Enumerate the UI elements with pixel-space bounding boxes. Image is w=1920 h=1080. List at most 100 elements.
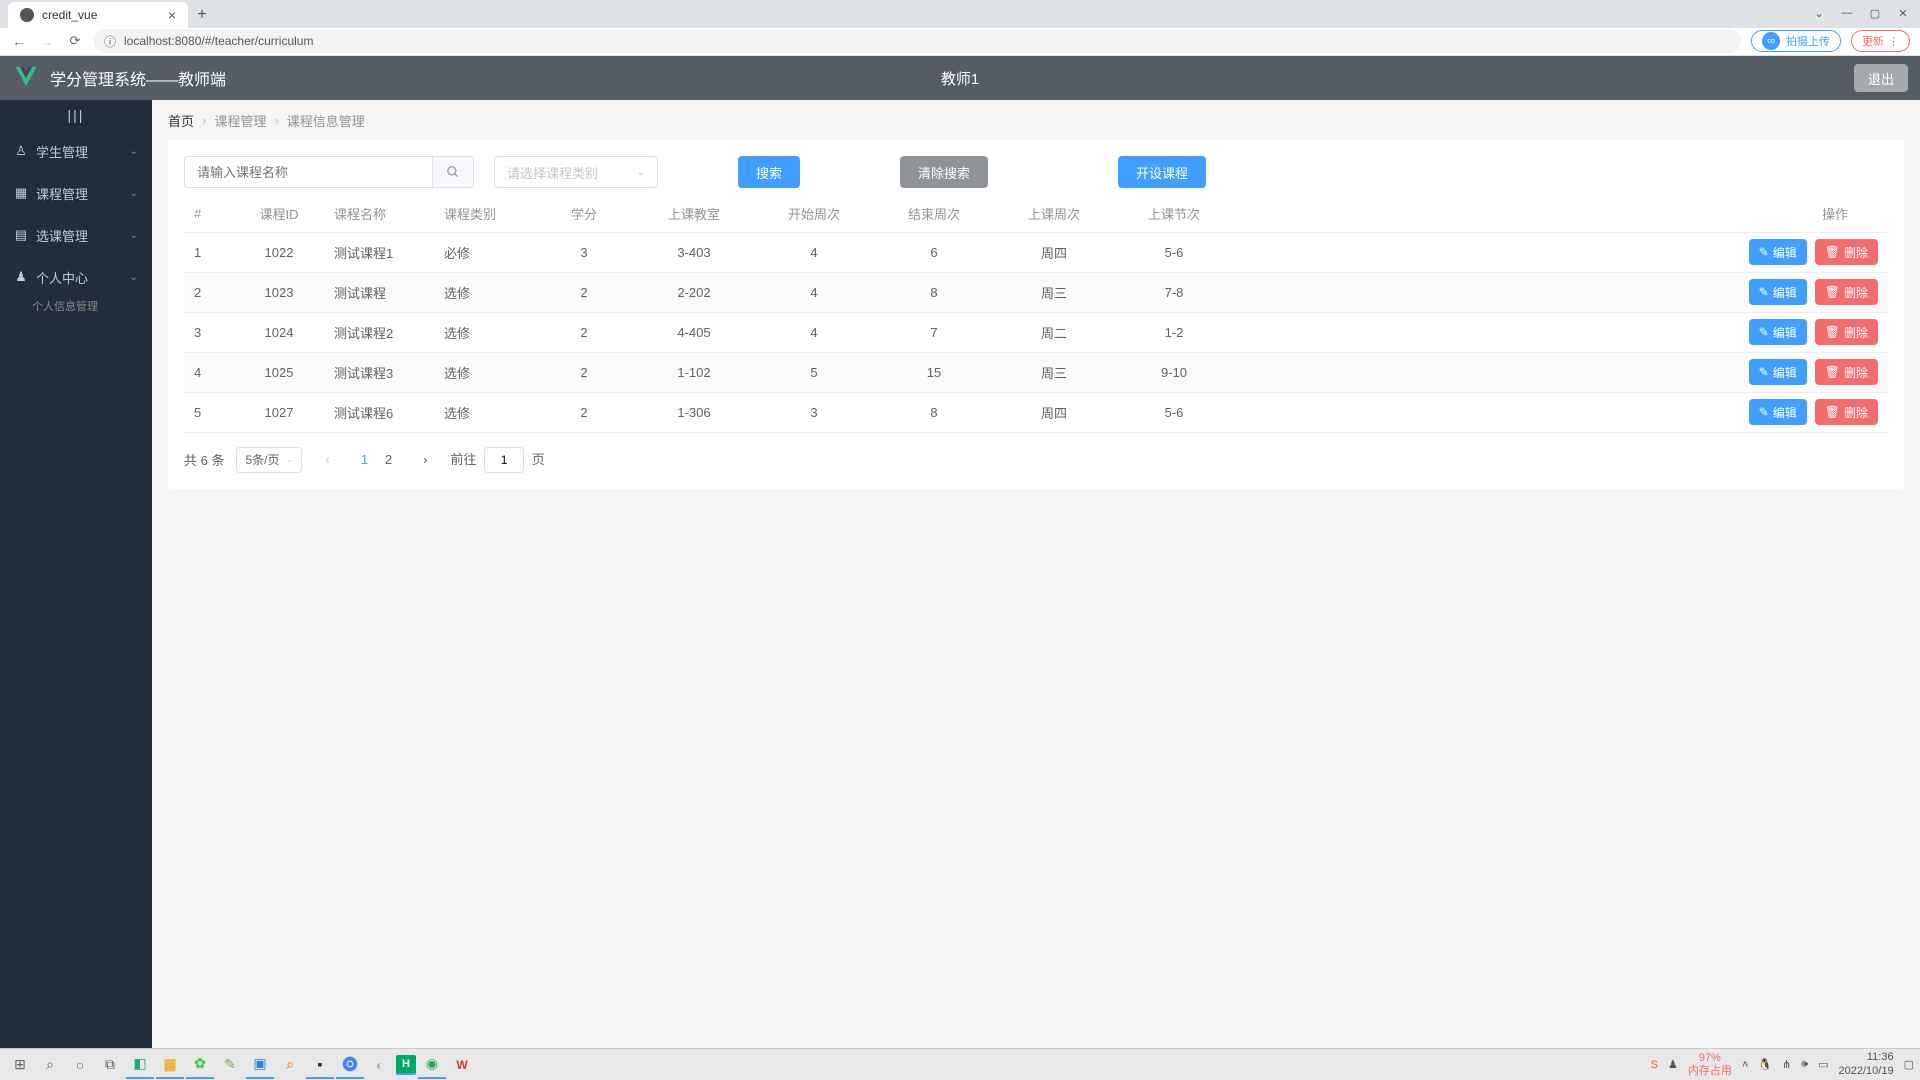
cell-course-id: 1025	[234, 352, 324, 392]
wps-icon[interactable]: W	[448, 1051, 476, 1079]
cell-room: 3-403	[634, 232, 754, 272]
sidebar-item-profile[interactable]: ♟ 个人中心 ⌄	[0, 256, 152, 298]
breadcrumb-level1[interactable]: 课程管理	[214, 111, 266, 130]
app-icon[interactable]: ◧	[126, 1051, 154, 1079]
th-weekday: 上课周次	[994, 196, 1114, 232]
edit-button[interactable]: ✎编辑	[1749, 279, 1807, 305]
next-page-button[interactable]: ›	[412, 447, 438, 473]
app-icon[interactable]: ▣	[246, 1051, 274, 1079]
edit-icon: ✎	[1759, 285, 1769, 299]
url-input[interactable]: ⓘ localhost:8080/#/teacher/curriculum	[94, 29, 1741, 53]
edit-button[interactable]: ✎编辑	[1749, 239, 1807, 265]
cell-period: 1-2	[1114, 312, 1234, 352]
breadcrumb: 首页 › 课程管理 › 课程信息管理	[152, 100, 1920, 140]
page-size-select[interactable]: 5条/页 ⌄	[236, 447, 302, 473]
forward-icon[interactable]: →	[38, 32, 56, 50]
back-icon[interactable]: ←	[10, 32, 28, 50]
system-tray: S ♟ 97% 内存占用 ˄ 🐧 ⋔ 🕪 ▭ 11:36 2022/10/19 …	[1651, 1051, 1914, 1077]
search-button[interactable]: 搜索	[738, 156, 800, 188]
prev-page-button[interactable]: ‹	[314, 447, 340, 473]
delete-button[interactable]: 🗑删除	[1815, 359, 1878, 385]
explorer-icon[interactable]: ▆	[156, 1051, 184, 1079]
page-number[interactable]: 2	[376, 447, 400, 473]
cell-credit: 2	[534, 352, 634, 392]
course-name-input[interactable]	[184, 156, 432, 188]
edit-button[interactable]: ✎编辑	[1749, 319, 1807, 345]
cell-course-type: 选修	[434, 272, 534, 312]
close-window-icon[interactable]: ✕	[1890, 4, 1916, 22]
edit-button[interactable]: ✎编辑	[1749, 359, 1807, 385]
volume-icon[interactable]: 🕪	[1801, 1058, 1808, 1071]
app-icon[interactable]: ⌕	[276, 1051, 304, 1079]
update-button[interactable]: 更新 ⋮	[1851, 30, 1910, 52]
tray-icon[interactable]: 🐧	[1758, 1058, 1772, 1071]
memory-indicator[interactable]: 97% 内存占用	[1688, 1052, 1732, 1076]
cell-weekday: 周二	[994, 312, 1114, 352]
search-icon-button[interactable]	[432, 156, 474, 188]
taskview-icon[interactable]: ⧉	[96, 1051, 124, 1079]
app-body: ||| ♙ 学生管理 ⌄ ▦ 课程管理 ⌄ ▤ 选课管理 ⌄ ♟ 个人中心 ⌄ …	[0, 100, 1920, 1048]
course-type-select[interactable]: 请选择课程类别 ⌄	[494, 156, 658, 188]
dropdown-icon[interactable]: ⌄	[1806, 4, 1832, 22]
cell-course-type: 必修	[434, 232, 534, 272]
tray-icon[interactable]: ♟	[1668, 1058, 1678, 1071]
goto-suffix: 页	[532, 452, 545, 467]
delete-button[interactable]: 🗑删除	[1815, 319, 1878, 345]
clipboard-icon: ▤	[14, 227, 28, 243]
cell-course-type: 选修	[434, 392, 534, 432]
sidebar-item-label: 个人中心	[36, 268, 88, 287]
page-number[interactable]: 1	[352, 447, 376, 473]
cell-index: 1	[184, 232, 234, 272]
chrome-icon[interactable]	[336, 1051, 364, 1079]
sidebar-item-students[interactable]: ♙ 学生管理 ⌄	[0, 130, 152, 172]
sidebar-item-courses[interactable]: ▦ 课程管理 ⌄	[0, 172, 152, 214]
chevron-down-icon: ⌄	[130, 272, 138, 283]
create-course-button[interactable]: 开设课程	[1118, 156, 1206, 188]
start-icon[interactable]: ⊞	[6, 1051, 34, 1079]
delete-button[interactable]: 🗑删除	[1815, 399, 1878, 425]
th-actions: 操作	[1234, 196, 1888, 232]
reload-icon[interactable]: ⟳	[66, 32, 84, 50]
app-icon[interactable]: ✿	[186, 1051, 214, 1079]
clock[interactable]: 11:36 2022/10/19	[1839, 1051, 1894, 1077]
app-header: 学分管理系统——教师端 教师1 退出	[0, 56, 1920, 100]
extension-upload[interactable]: ∞ 拍摄上传	[1751, 30, 1841, 52]
terminal-icon[interactable]: ▪	[306, 1051, 334, 1079]
search-icon[interactable]: ⌕	[36, 1051, 64, 1079]
cell-credit: 2	[534, 392, 634, 432]
tray-icon[interactable]: S	[1651, 1059, 1658, 1071]
minimize-icon[interactable]: —	[1834, 4, 1860, 22]
close-tab-icon[interactable]: ×	[168, 7, 176, 23]
app-icon[interactable]: ◉	[418, 1051, 446, 1079]
edit-icon: ✎	[1759, 405, 1769, 419]
app-icon[interactable]: ◐	[366, 1051, 394, 1079]
collapse-toggle[interactable]: |||	[0, 100, 152, 130]
cortana-icon[interactable]: ○	[66, 1051, 94, 1079]
app-icon[interactable]: H	[396, 1055, 416, 1075]
clear-search-button[interactable]: 清除搜索	[900, 156, 988, 188]
notification-icon[interactable]: ▢	[1904, 1058, 1914, 1071]
delete-button[interactable]: 🗑删除	[1815, 239, 1878, 265]
sidebar-subitem-label: 个人信息管理	[32, 301, 98, 313]
url-text: localhost:8080/#/teacher/curriculum	[124, 34, 313, 48]
memory-label: 内存占用	[1688, 1065, 1732, 1077]
goto-input[interactable]	[484, 447, 524, 473]
battery-icon[interactable]: ▭	[1818, 1058, 1828, 1071]
breadcrumb-home[interactable]: 首页	[168, 111, 194, 130]
logout-button[interactable]: 退出	[1854, 64, 1908, 92]
browser-chrome: ⌄ — ▢ ✕ credit_vue × + ← → ⟳ ⓘ localhost…	[0, 0, 1920, 56]
sidebar-subitem-peek[interactable]: 个人信息管理	[0, 298, 152, 316]
sidebar-item-selection[interactable]: ▤ 选课管理 ⌄	[0, 214, 152, 256]
app-icon[interactable]: ✎	[216, 1051, 244, 1079]
cell-weekday: 周三	[994, 272, 1114, 312]
chevron-down-icon: ⌄	[130, 188, 138, 199]
cell-room: 2-202	[634, 272, 754, 312]
delete-button[interactable]: 🗑删除	[1815, 279, 1878, 305]
maximize-icon[interactable]: ▢	[1862, 4, 1888, 22]
browser-tab[interactable]: credit_vue ×	[8, 2, 188, 28]
edit-button[interactable]: ✎编辑	[1749, 399, 1807, 425]
cell-course-id: 1027	[234, 392, 324, 432]
new-tab-button[interactable]: +	[188, 2, 216, 28]
chevron-up-icon[interactable]: ˄	[1742, 1059, 1748, 1071]
wifi-icon[interactable]: ⋔	[1782, 1058, 1791, 1071]
